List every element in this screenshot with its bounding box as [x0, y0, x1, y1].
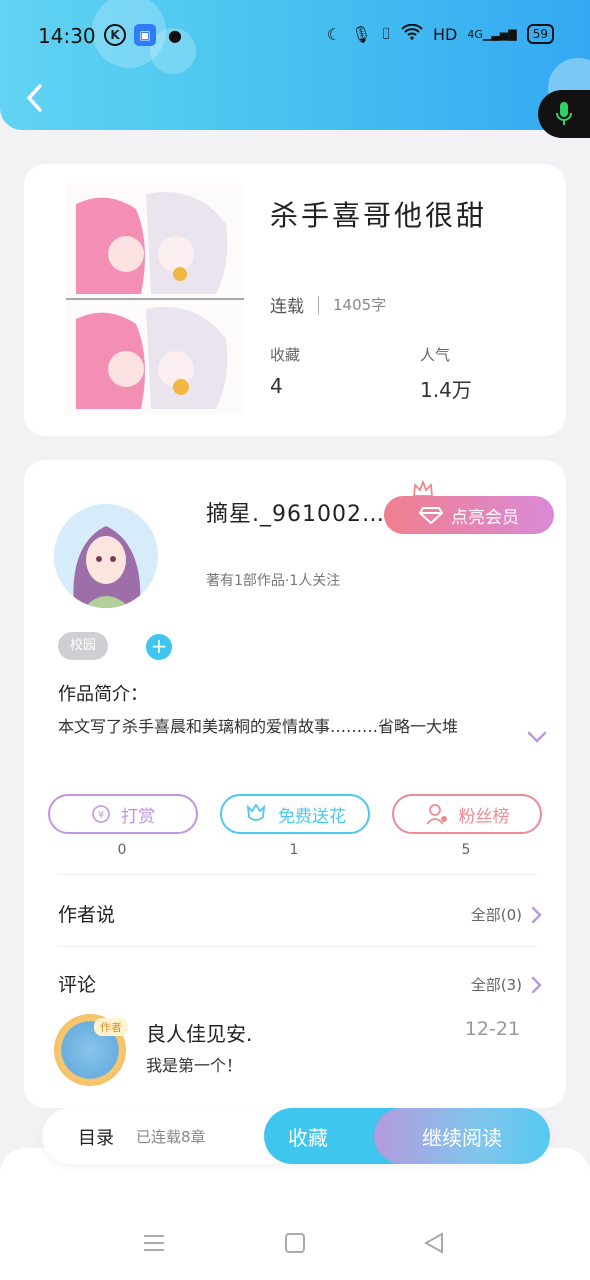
top-header: 14:30 K ▣ ● ☾ 🎙 ⌷ HD 4G▁▃▅▇ 59 — [0, 0, 590, 130]
microphone-icon — [556, 102, 572, 125]
author-badge: 作者 — [94, 1018, 128, 1036]
diamond-icon — [419, 507, 443, 524]
author-says-all: 全部(0) — [470, 906, 522, 924]
collect-label: 收藏 — [270, 346, 301, 364]
flower-icon — [246, 803, 266, 821]
back-nav-button[interactable] — [414, 1218, 454, 1268]
mic-status-icon: 🎙 — [351, 24, 372, 44]
hd-label: HD — [432, 24, 458, 44]
continue-reading-button[interactable]: 继续阅读 — [374, 1108, 550, 1164]
system-status: ☾ 🎙 ⌷ HD 4G▁▃▅▇ 59 — [326, 23, 554, 44]
chevron-left-icon — [26, 84, 42, 112]
battery-icon: 59 — [526, 24, 554, 44]
continue-reading-label: 继续阅读 — [422, 1125, 502, 1150]
favorite-label: 收藏 — [288, 1125, 328, 1150]
book-cover[interactable] — [66, 184, 244, 414]
back-button[interactable] — [18, 80, 50, 116]
svg-text:¥: ¥ — [98, 810, 104, 821]
author-name[interactable]: 摘星._961002… — [206, 496, 385, 528]
chevron-right-icon — [531, 976, 542, 993]
send-flower-button[interactable]: 免费送花 — [220, 794, 370, 834]
k-app-icon: K — [104, 24, 126, 46]
wifi-icon — [401, 23, 423, 44]
android-icon: ▣ — [134, 24, 156, 46]
comments-all: 全部(3) — [470, 976, 522, 994]
author-card: 摘星._961002… 点亮会员 著有1部作品·1人关注 校园 + 作品简介： … — [24, 460, 566, 1108]
book-info-card: 杀手喜哥他很甜 连载 1405字 收藏 4 人气 1.4万 — [24, 164, 566, 436]
system-nav-bar — [0, 1218, 590, 1268]
divider — [58, 874, 538, 875]
comment-date: 12-21 — [464, 1018, 520, 1040]
fan-ranking-button[interactable]: 粉丝榜 — [392, 794, 542, 834]
send-flower-label: 免费送花 — [278, 806, 346, 827]
collect-value: 4 — [270, 374, 283, 398]
notification-icons: K ▣ ● — [104, 24, 186, 46]
comments-label: 评论 — [58, 974, 97, 996]
tip-count: 0 — [117, 842, 127, 858]
home-nav-button[interactable] — [275, 1218, 315, 1268]
word-count: 1405字 — [333, 296, 387, 314]
voice-assistant-button[interactable] — [538, 90, 590, 138]
add-tag-button[interactable]: + — [146, 634, 172, 660]
popularity-label: 人气 — [420, 346, 451, 364]
serial-status: 连载 — [270, 297, 304, 317]
chevron-right-icon — [531, 906, 542, 923]
square-icon — [285, 1233, 305, 1253]
triangle-back-icon — [423, 1232, 443, 1254]
intro-label: 作品简介： — [58, 684, 148, 705]
toc-button[interactable]: 目录 — [78, 1124, 114, 1150]
popularity-value: 1.4万 — [420, 378, 472, 402]
author-meta: 著有1部作品·1人关注 — [206, 573, 341, 589]
genre-tag[interactable]: 校园 — [58, 632, 109, 660]
author-says-all-link[interactable]: 全部(0) — [471, 904, 542, 925]
intro-text: 本文写了杀手喜晨和美璃桐的爱情故事………省略一大堆 — [58, 717, 459, 736]
camera-icon: ⌷ — [381, 24, 391, 43]
status-time: 14:30 — [38, 24, 96, 48]
chevron-down-icon[interactable] — [526, 730, 548, 744]
comment-text: 我是第一个！ — [146, 1056, 243, 1075]
author-says-label: 作者说 — [58, 904, 116, 926]
moon-icon: ☾ — [326, 24, 342, 44]
coin-icon: ¥ — [92, 805, 110, 823]
book-status-line: 连载 1405字 — [270, 292, 386, 317]
vip-button[interactable]: 点亮会员 — [384, 496, 554, 534]
divider — [318, 295, 319, 314]
chapter-count: 已连载8章 — [136, 1128, 206, 1146]
commenter-name[interactable]: 良人佳见安. — [146, 1018, 252, 1047]
tip-label: 打赏 — [121, 806, 155, 827]
tip-button[interactable]: ¥ 打赏 — [48, 794, 198, 834]
user-star-icon — [425, 804, 447, 825]
menu-icon — [144, 1235, 164, 1251]
book-title: 杀手喜哥他很甜 — [270, 199, 488, 232]
flower-count: 1 — [289, 842, 299, 858]
divider — [58, 946, 538, 947]
author-avatar[interactable] — [54, 504, 158, 608]
fan-count: 5 — [461, 842, 471, 858]
menu-nav-button[interactable] — [134, 1218, 174, 1268]
comments-all-link[interactable]: 全部(3) — [471, 974, 542, 995]
bottom-action-bar: 目录 已连载8章 收藏 继续阅读 — [42, 1108, 550, 1164]
wechat-icon: ● — [168, 25, 182, 45]
vip-label: 点亮会员 — [451, 507, 519, 528]
fan-ranking-label: 粉丝榜 — [458, 806, 510, 827]
cell-signal-icon: 4G▁▃▅▇ — [467, 27, 517, 41]
